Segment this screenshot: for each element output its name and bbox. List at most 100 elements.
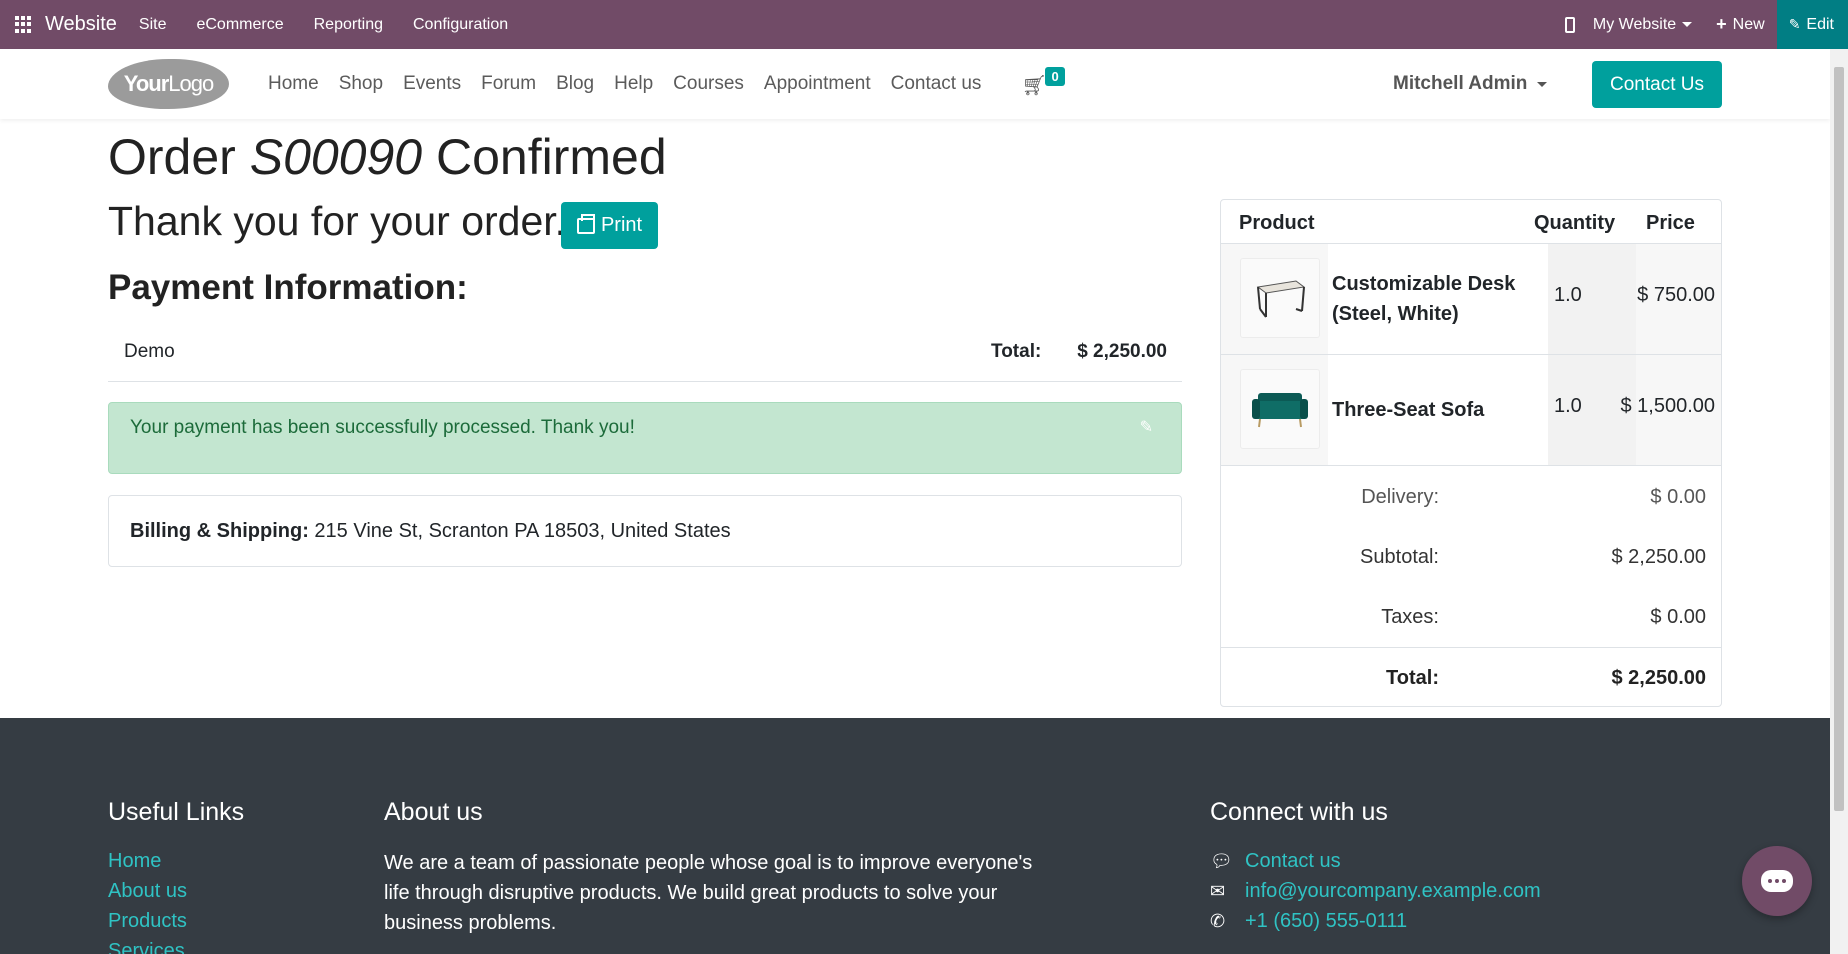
edit-button[interactable]: ✎ Edit: [1776, 0, 1848, 49]
footer-phone-link[interactable]: +1 (650) 555-0111: [1245, 910, 1407, 933]
product-price: $ 1,500.00: [1620, 395, 1715, 417]
edit-button-label: Edit: [1806, 15, 1834, 33]
logo-text-bold: Your: [123, 71, 169, 96]
nav-home[interactable]: Home: [268, 73, 319, 95]
website-header: Your Logo Home Shop Events Forum Blog Hel…: [0, 49, 1830, 119]
billing-shipping-box: Billing & Shipping: 215 Vine St, Scranto…: [108, 495, 1182, 567]
admin-navbar: Website Site eCommerce Reporting Configu…: [0, 0, 1848, 49]
payment-method: Demo: [124, 341, 175, 362]
connect-heading: Connect with us: [1210, 798, 1388, 826]
footer-link-home[interactable]: Home: [108, 850, 161, 873]
admin-app-title[interactable]: Website: [45, 13, 117, 36]
scrollbar-thumb[interactable]: [1834, 67, 1844, 811]
taxes-label: Taxes:: [1381, 606, 1439, 628]
phone-icon: ✆: [1210, 911, 1226, 931]
admin-menu-configuration[interactable]: Configuration: [413, 16, 508, 34]
payment-success-alert: Your payment has been successfully proce…: [108, 402, 1182, 474]
column-quantity: Quantity: [1534, 212, 1616, 234]
summary-divider: [1221, 647, 1721, 648]
payment-information-heading: Payment Information:: [108, 268, 468, 307]
footer-email-link[interactable]: info@yourcompany.example.com: [1245, 880, 1541, 903]
new-button-label: New: [1732, 15, 1765, 33]
nav-help[interactable]: Help: [614, 73, 653, 95]
user-name: Mitchell Admin: [1393, 73, 1528, 94]
pencil-icon[interactable]: ✎: [1140, 417, 1153, 437]
about-us-heading: About us: [384, 798, 483, 826]
nav-courses[interactable]: Courses: [673, 73, 744, 95]
footer-link-products[interactable]: Products: [108, 910, 187, 933]
admin-menu-site[interactable]: Site: [139, 16, 167, 34]
about-us-text: We are a team of passionate people whose…: [384, 852, 1033, 934]
logo-text: Logo: [168, 71, 214, 96]
order-line: Three-Seat Sofa 1.0 $ 1,500.00: [1221, 355, 1721, 466]
page-title: Order S00090 Confirmed: [108, 128, 667, 186]
delivery-label: Delivery:: [1361, 486, 1439, 508]
user-menu[interactable]: Mitchell Admin: [1393, 73, 1548, 95]
payment-row: Demo Total: $ 2,250.00: [108, 332, 1182, 382]
nav-blog[interactable]: Blog: [556, 73, 594, 95]
product-name[interactable]: Three-Seat Sofa: [1332, 395, 1542, 425]
nav-forum[interactable]: Forum: [481, 73, 536, 95]
desk-icon[interactable]: [1240, 258, 1320, 338]
envelope-icon: ✉: [1210, 881, 1226, 901]
product-name[interactable]: Customizable Desk (Steel, White): [1332, 269, 1542, 329]
shopping-cart-icon: 🛒︎: [1021, 75, 1047, 97]
main-nav: Home Shop Events Forum Blog Help Courses…: [268, 49, 1065, 119]
print-button-label: Print: [600, 214, 643, 236]
cart-link[interactable]: 🛒︎ 0: [1021, 67, 1065, 99]
cart-count-badge: 0: [1045, 67, 1065, 86]
taxes-value: $ 0.00: [1650, 606, 1706, 628]
chat-icon: [1761, 870, 1793, 892]
nav-contact-us[interactable]: Contact us: [891, 73, 982, 95]
footer-contact-link[interactable]: Contact us: [1245, 850, 1341, 873]
nav-shop[interactable]: Shop: [339, 73, 383, 95]
useful-links-heading: Useful Links: [108, 798, 245, 826]
website-switcher[interactable]: My Website: [1592, 15, 1693, 34]
livechat-button[interactable]: [1742, 846, 1812, 916]
chevron-down-icon: [1537, 81, 1548, 87]
admin-menu-reporting[interactable]: Reporting: [314, 16, 383, 34]
company-logo[interactable]: Your Logo: [108, 59, 229, 109]
chevron-down-icon: [1682, 22, 1693, 27]
footer: Useful Links Home About us Products Serv…: [0, 718, 1830, 954]
billing-shipping-text: Billing & Shipping: 215 Vine St, Scranto…: [130, 520, 731, 543]
footer-link-about-us[interactable]: About us: [108, 880, 187, 903]
column-price: Price: [1646, 212, 1695, 234]
contact-us-button[interactable]: Contact Us: [1592, 61, 1722, 108]
payment-total-label: Total:: [991, 341, 1042, 362]
sofa-icon[interactable]: [1240, 369, 1320, 449]
billing-address: 215 Vine St, Scranton PA 18503, United S…: [314, 520, 731, 542]
nav-events[interactable]: Events: [403, 73, 461, 95]
website-switcher-label: My Website: [1592, 15, 1677, 33]
footer-link-services[interactable]: Services: [108, 940, 185, 954]
pencil-icon: ✎: [1788, 16, 1801, 32]
summary-total-value: $ 2,250.00: [1611, 667, 1706, 689]
product-quantity: 1.0: [1554, 284, 1582, 306]
nav-appointment[interactable]: Appointment: [764, 73, 871, 95]
new-button[interactable]: + New: [1716, 14, 1765, 35]
apps-menu-icon[interactable]: [15, 15, 33, 34]
printer-icon: [576, 213, 595, 234]
billing-label: Billing & Shipping:: [130, 520, 309, 542]
product-price: $ 750.00: [1637, 284, 1715, 306]
order-line: Customizable Desk (Steel, White) 1.0 $ 7…: [1221, 244, 1721, 355]
subtotal-label: Subtotal:: [1360, 546, 1439, 568]
title-suffix: Confirmed: [436, 129, 667, 185]
mobile-preview-icon[interactable]: [1564, 16, 1575, 33]
alert-message: Your payment has been successfully proce…: [130, 417, 635, 438]
order-number: S00090: [249, 129, 423, 185]
thank-you-message: Thank you for your order.: [108, 198, 567, 244]
summary-header: Product Quantity Price: [1221, 200, 1721, 244]
vertical-scrollbar[interactable]: [1830, 49, 1848, 954]
delivery-value: $ 0.00: [1650, 486, 1706, 508]
order-summary: Product Quantity Price Customizable Desk…: [1220, 199, 1722, 707]
title-prefix: Order: [108, 129, 236, 185]
summary-total-label: Total:: [1386, 667, 1439, 689]
comment-icon: 💬︎: [1210, 851, 1233, 871]
admin-menu-ecommerce[interactable]: eCommerce: [196, 16, 283, 34]
product-quantity: 1.0: [1554, 395, 1582, 417]
subtotal-value: $ 2,250.00: [1611, 546, 1706, 568]
plus-icon: +: [1716, 14, 1727, 34]
print-button[interactable]: Print: [561, 202, 658, 249]
payment-total-value: $ 2,250.00: [1077, 341, 1167, 362]
